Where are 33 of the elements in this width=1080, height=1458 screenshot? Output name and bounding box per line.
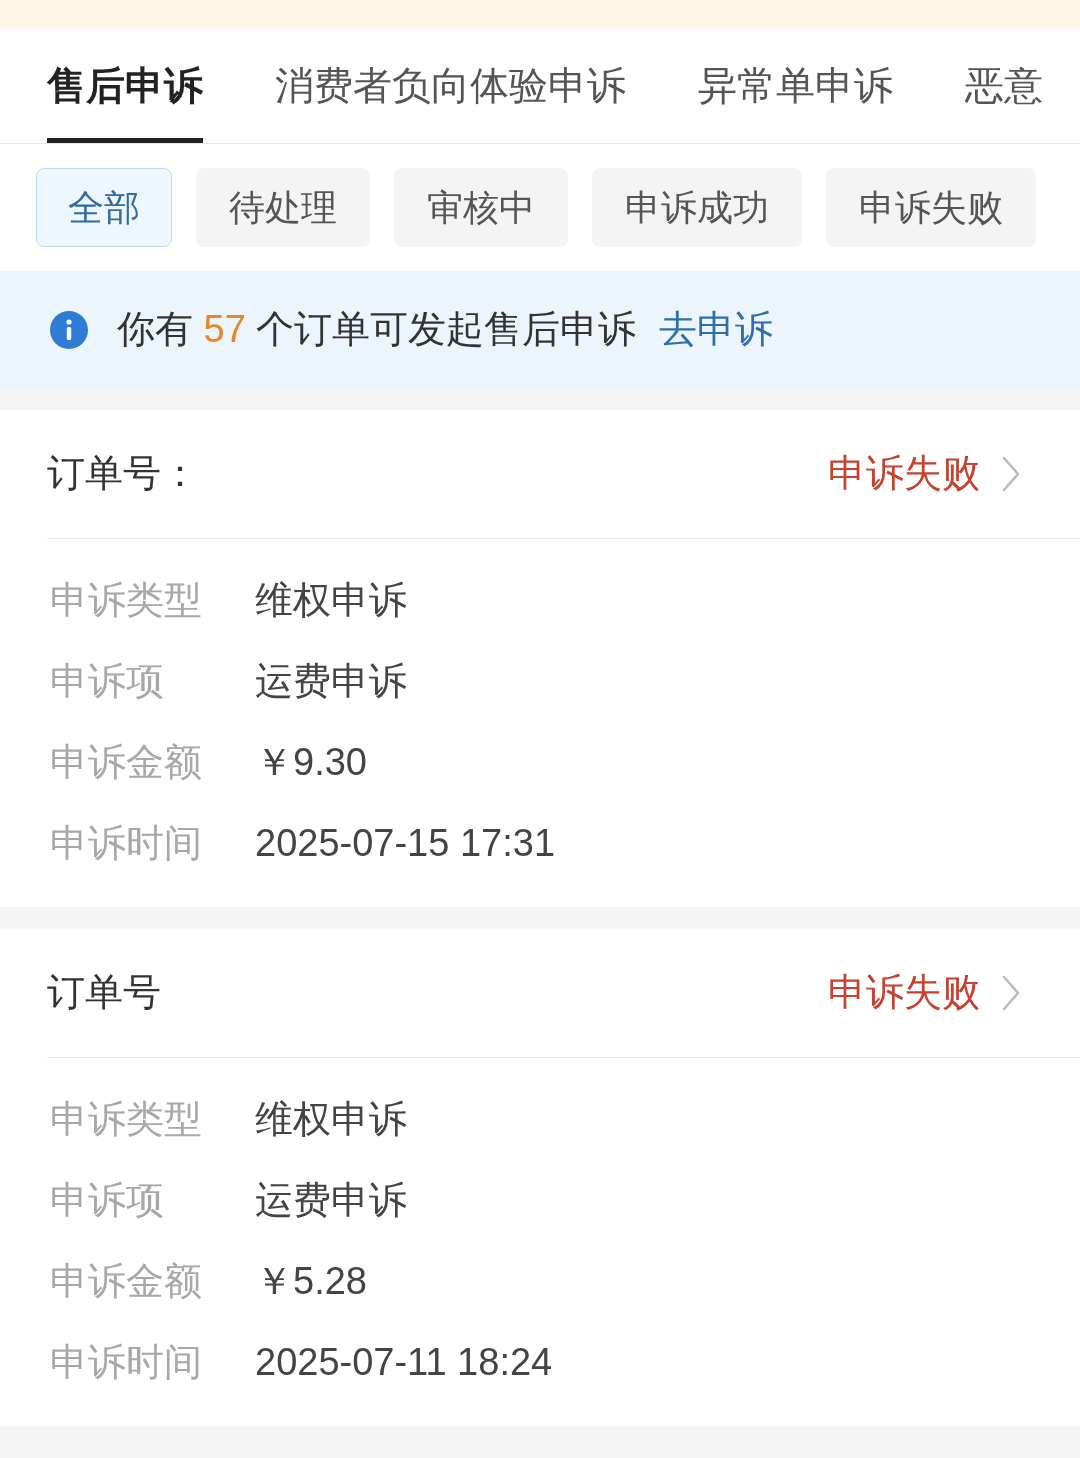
filter-chip[interactable]: 审核中	[394, 168, 568, 247]
tab[interactable]: 消费者负向体验申诉	[275, 30, 626, 143]
notice-text: 你有 57 个订单可发起售后申诉	[117, 306, 637, 352]
appeal-link[interactable]: 去申诉	[659, 306, 774, 353]
info-icon	[50, 310, 88, 349]
field-label: 申诉时间	[50, 820, 203, 866]
field-value: 2025-07-11 18:24	[255, 1339, 553, 1385]
field-label: 申诉项	[50, 1177, 165, 1223]
field-label: 申诉项	[50, 658, 165, 704]
field-value: ￥5.28	[255, 1258, 367, 1304]
field-value: 维权申诉	[255, 1096, 407, 1142]
order-number-label: 订单号	[47, 970, 161, 1016]
filter-chip[interactable]: 申诉失败	[826, 168, 1036, 247]
field-label: 申诉时间	[50, 1339, 203, 1385]
chevron-right-icon	[1002, 456, 1020, 492]
filter-chip[interactable]: 申诉成功	[592, 168, 802, 247]
field-value: 运费申诉	[255, 1177, 407, 1223]
filter-chip[interactable]: 全部	[36, 168, 172, 247]
field-label: 申诉金额	[50, 1258, 203, 1304]
status-text: 申诉失败	[828, 970, 980, 1016]
field-value: 2025-07-15 17:31	[255, 820, 556, 866]
field-value: ￥9.30	[255, 739, 367, 785]
filter-chip[interactable]: 待处理	[196, 168, 370, 247]
field-value: 维权申诉	[255, 577, 407, 623]
field-label: 申诉类型	[50, 577, 203, 623]
field-value: 运费申诉	[255, 658, 407, 704]
chevron-right-icon	[1002, 975, 1020, 1011]
field-label: 申诉类型	[50, 1096, 203, 1142]
status-text: 申诉失败	[828, 451, 980, 497]
tab[interactable]: 异常单申诉	[698, 30, 893, 143]
tab[interactable]: 恶意	[965, 30, 1043, 143]
field-label: 申诉金额	[50, 739, 203, 785]
order-number-label: 订单号：	[47, 451, 199, 497]
